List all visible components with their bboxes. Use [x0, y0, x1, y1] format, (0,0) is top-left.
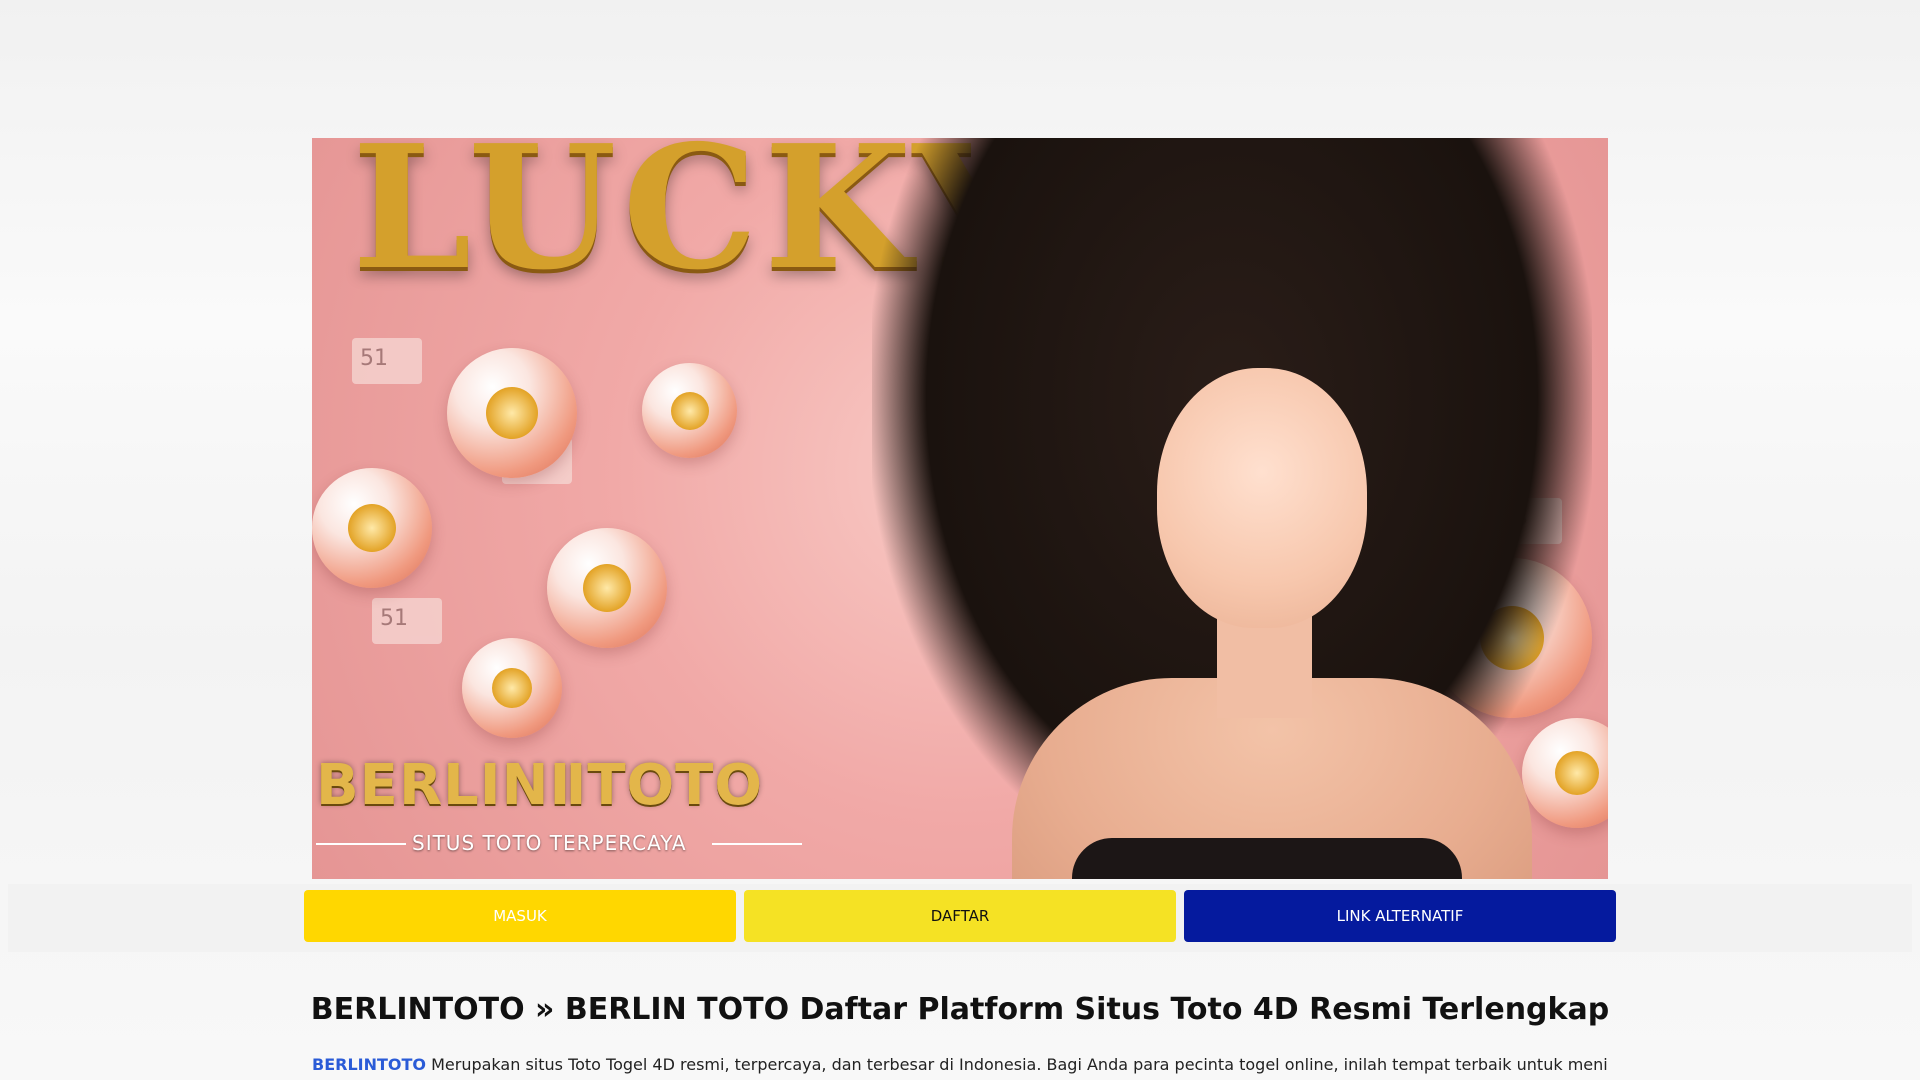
intro-paragraph: BERLINTOTO Merupakan situs Toto Togel 4D… [312, 1055, 1608, 1074]
ticket-number: 51 [360, 346, 388, 371]
masuk-button[interactable]: MASUK [304, 890, 736, 942]
lottery-ball [462, 638, 562, 738]
intro-text: Merupakan situs Toto Togel 4D resmi, ter… [431, 1055, 1608, 1074]
lottery-ball [447, 348, 577, 478]
hero-banner-image: LUCKY 51 20 51 20 23 51 BERLINⅡTOTO SITU… [312, 138, 1608, 879]
lottery-ball [547, 528, 667, 648]
woman-face [1157, 368, 1367, 628]
logo-divider-right [712, 843, 802, 845]
woman-black-top [1072, 838, 1462, 879]
lottery-ticket-decoration: 51 [352, 338, 422, 384]
brand-link[interactable]: BERLINTOTO [312, 1055, 426, 1074]
logo-divider-left [316, 843, 406, 845]
daftar-button[interactable]: DAFTAR [744, 890, 1176, 942]
ticket-number: 51 [380, 606, 408, 631]
page-title: BERLINTOTO » BERLIN TOTO Daftar Platform… [310, 992, 1610, 1027]
lottery-ball [312, 468, 432, 588]
logo-tagline: SITUS TOTO TERPERCAYA [412, 831, 687, 855]
logo-wordmark: BERLINⅡTOTO [316, 753, 763, 818]
lottery-ball [642, 363, 737, 458]
lottery-ticket-decoration: 51 [372, 598, 442, 644]
link-alternatif-button[interactable]: LINK ALTERNATIF [1184, 890, 1616, 942]
brand-logo: BERLINⅡTOTO SITUS TOTO TERPERCAYA [312, 753, 812, 863]
